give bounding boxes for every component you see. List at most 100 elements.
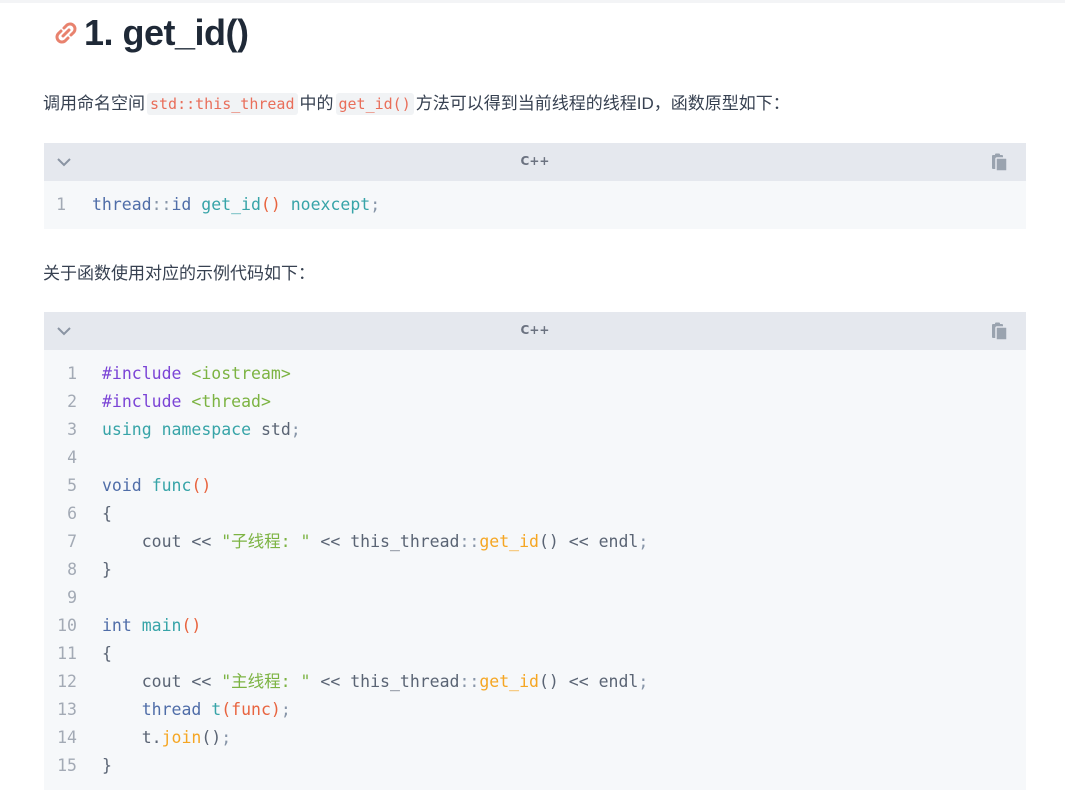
code-token: using xyxy=(102,420,152,439)
code-line: 13 thread t(func); xyxy=(44,696,1026,724)
line-number: 2 xyxy=(67,392,77,411)
code-text: cout << "子线程: " << this_thread::get_id()… xyxy=(102,528,649,556)
link-icon[interactable] xyxy=(50,18,82,48)
code-body: 1 thread::id get_id() noexcept; xyxy=(44,181,1026,219)
code-token: cout xyxy=(102,672,192,691)
code-language-label: C++ xyxy=(520,323,550,337)
code-token: namespace xyxy=(161,420,252,439)
code-body: 1 #include <iostream> 2 #include <thread> 3 u… xyxy=(44,350,1026,780)
code-line: 9 xyxy=(44,584,1026,612)
code-token: endl xyxy=(588,672,639,691)
code-token: <thread> xyxy=(191,392,271,411)
code-token: << xyxy=(320,672,341,691)
code-token: thread xyxy=(141,700,202,719)
code-token: { xyxy=(102,504,112,523)
line-number: 5 xyxy=(67,476,77,495)
code-text: t.join(); xyxy=(102,724,231,752)
code-token: endl xyxy=(588,532,639,551)
code-token: get_id xyxy=(479,672,539,691)
code-token: :: xyxy=(459,532,480,551)
code-token: std xyxy=(251,420,291,439)
code-token: <iostream> xyxy=(191,364,291,383)
code-token: thread xyxy=(92,195,152,214)
code-token: t xyxy=(211,700,222,719)
code-token: join xyxy=(161,728,202,747)
code-token: () xyxy=(538,672,569,691)
code-text: #include <thread> xyxy=(102,388,271,416)
code-token: get_id xyxy=(201,195,261,214)
code-line: 8} xyxy=(44,556,1026,584)
code-token: t. xyxy=(102,728,162,747)
code-token: main xyxy=(141,616,182,635)
code-token: } xyxy=(102,560,112,579)
inline-code-namespace: std::this_thread xyxy=(147,93,298,115)
code-text: using namespace std; xyxy=(102,416,301,444)
line-number: 14 xyxy=(57,728,77,747)
line-number: 4 xyxy=(67,448,77,467)
code-token: this_thread xyxy=(340,672,460,691)
copy-icon[interactable] xyxy=(990,321,1010,341)
code-token: :: xyxy=(151,195,172,214)
code-token: ( xyxy=(221,700,232,719)
code-text: cout << "主线程: " << this_thread::get_id()… xyxy=(102,668,649,696)
heading-title: 1. get_id() xyxy=(84,12,249,53)
code-token: get_id xyxy=(479,532,539,551)
code-token: noexcept xyxy=(290,195,371,214)
code-token: () xyxy=(260,195,281,214)
code-text: thread::id get_id() noexcept; xyxy=(92,191,380,219)
code-token: ; xyxy=(638,532,649,551)
code-token: () xyxy=(181,616,202,635)
code-token: << xyxy=(568,672,589,691)
code-token: #include xyxy=(102,364,182,383)
code-token: ) xyxy=(270,700,281,719)
code-token: ; xyxy=(638,672,649,691)
code-block-header: C++ xyxy=(44,143,1026,181)
code-line: 11 { xyxy=(44,640,1026,668)
code-line: 12 cout << "主线程: " << this_thread::get_i… xyxy=(44,668,1026,696)
line-number: 10 xyxy=(57,616,77,635)
paragraph-text: 方法可以得到当前线程的线程ID，函数原型如下： xyxy=(415,94,790,113)
code-block-header: C++ xyxy=(44,312,1026,350)
inline-code-method: get_id() xyxy=(335,93,414,115)
code-token: () xyxy=(538,532,569,551)
code-token: "主线程: " xyxy=(221,672,311,691)
code-line: 3 using namespace std; xyxy=(44,416,1026,444)
paragraph-text: 调用命名空间 xyxy=(43,94,145,113)
code-token: << xyxy=(568,532,589,551)
code-text: { xyxy=(102,640,112,668)
paragraph-text: 中的 xyxy=(299,94,334,113)
line-number: 1 xyxy=(56,195,66,214)
code-line: 6{ xyxy=(44,500,1026,528)
code-language-label: C++ xyxy=(520,154,550,168)
code-line: 15} xyxy=(44,752,1026,780)
code-token: () xyxy=(201,728,222,747)
section-heading: 1. get_id() xyxy=(50,8,249,58)
copy-icon[interactable] xyxy=(990,152,1010,172)
code-token: void xyxy=(102,476,142,495)
code-text: void func() xyxy=(102,472,211,500)
code-token: this_thread xyxy=(340,532,460,551)
code-text: thread t(func); xyxy=(102,696,291,724)
line-number: 7 xyxy=(67,532,77,551)
code-token: ; xyxy=(280,700,291,719)
code-text: } xyxy=(102,752,112,780)
code-token: << xyxy=(320,532,341,551)
code-text: } xyxy=(102,556,112,584)
intro-paragraph: 调用命名空间 std::this_thread 中的 get_id() 方法可以得到当前… xyxy=(43,91,790,117)
code-line: 4 xyxy=(44,444,1026,472)
line-number: 11 xyxy=(57,644,77,663)
code-line: 7 cout << "子线程: " << this_thread::get_id… xyxy=(44,528,1026,556)
code-text: { xyxy=(102,500,112,528)
code-line: 10 int main() xyxy=(44,612,1026,640)
code-line: 1 #include <iostream> xyxy=(44,360,1026,388)
code-token: #include xyxy=(102,392,182,411)
